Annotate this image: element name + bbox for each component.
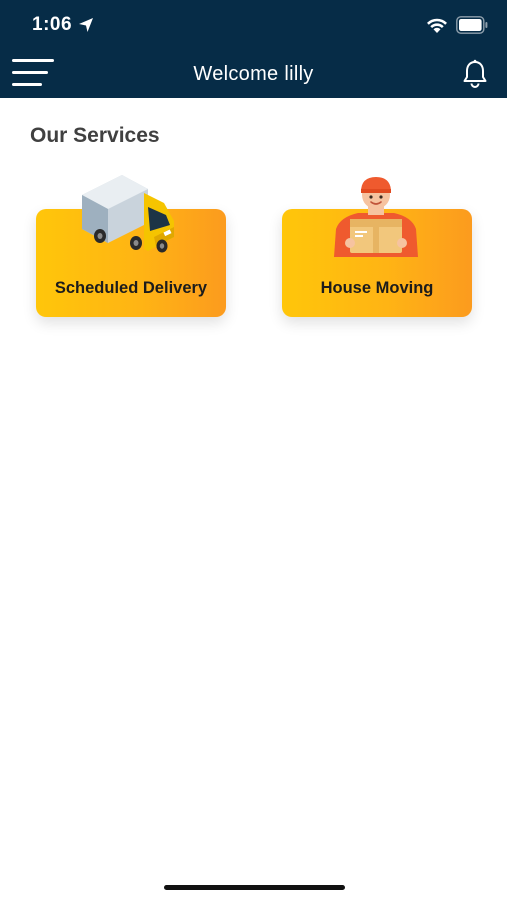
wifi-icon [427,18,447,33]
mover-icon [334,177,418,257]
notification-bell-icon[interactable] [461,59,489,89]
location-arrow-icon [79,18,93,32]
service-label: Scheduled Delivery [54,279,208,297]
battery-icon [456,16,488,34]
menu-bar-top [12,59,54,62]
truck-icon [82,175,174,253]
header: 1:06 Welcome lilly [0,0,507,98]
status-time: 1:06 [32,14,73,35]
app-screen: 1:06 Welcome lilly Our Services Schedule… [0,0,507,900]
home-indicator[interactable] [164,885,345,890]
service-label: House Moving [320,279,434,297]
service-card-house-moving[interactable]: House Moving [282,177,472,317]
section-title: Our Services [30,124,160,147]
app-title: Welcome lilly [193,63,314,85]
service-card-scheduled-delivery[interactable]: Scheduled Delivery [36,175,226,317]
